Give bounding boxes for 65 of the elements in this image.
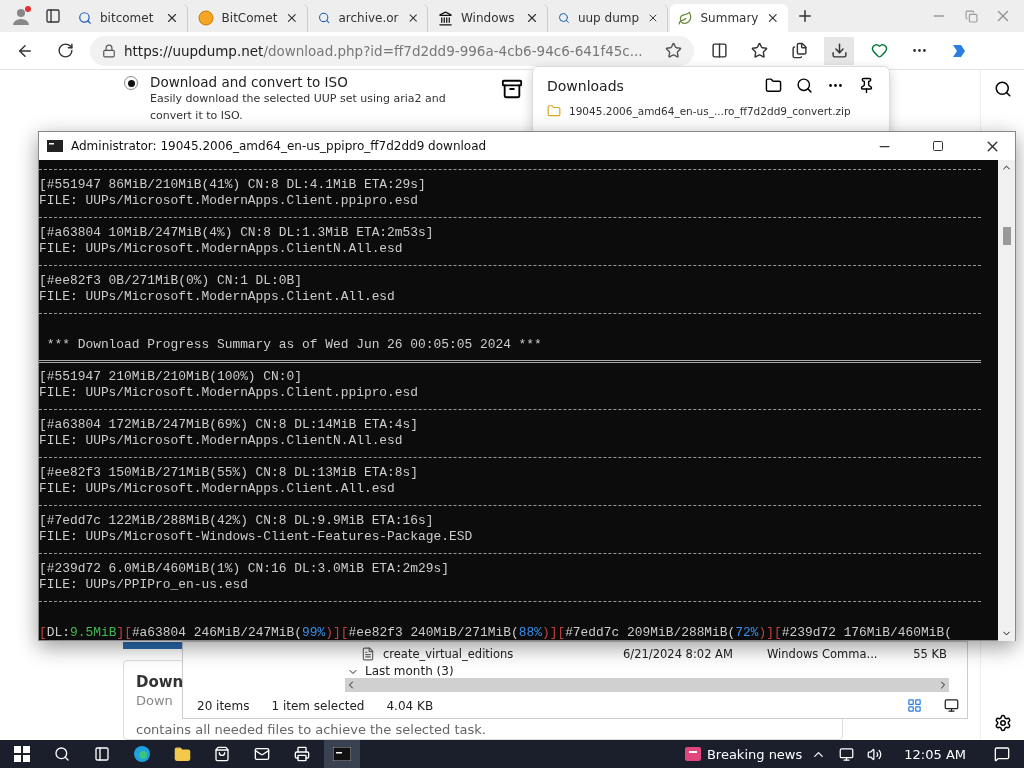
file-size: 55 KB [912, 647, 947, 661]
console-line: [#551947 210MiB/210MiB(100%) CN:0] [39, 369, 303, 385]
console-line: FILE: UUPs/Microsoft-Windows-Client-Features-Package.ESD [39, 529, 474, 545]
search-icon [78, 11, 92, 25]
status-text: 4.04 KB [386, 698, 434, 713]
console-line: FILE: UUPs/Microsoft.ModernApps.ClientN.All.esd [39, 241, 404, 257]
building-icon [438, 10, 453, 26]
console-line: FILE: UUPs/PPIPro_en-us.esd [39, 577, 249, 593]
file-name: create_virtual_editions [383, 647, 515, 661]
console-line: [#a63804 172MiB/247MiB(69%) CN:8 DL:14MiB ETA:4s] [39, 417, 420, 433]
search-icon[interactable] [993, 80, 1012, 98]
news-icon[interactable] [682, 745, 703, 763]
terminal-icon [47, 140, 63, 152]
close-icon[interactable] [165, 11, 179, 25]
console-line: [#ee82f3 0B/271MiB(0%) CN:1 DL:0B] [39, 273, 303, 289]
news-text[interactable]: Breaking news [706, 746, 803, 762]
download-item[interactable]: 19045.2006_amd64_en-us_...ro_ff7d2dd9_convert.zip [569, 105, 851, 117]
close-icon[interactable] [285, 11, 299, 25]
settings-icon[interactable] [993, 714, 1012, 732]
card-title: Down [136, 673, 184, 691]
close-icon[interactable] [525, 11, 539, 25]
favorite-icon[interactable] [665, 42, 682, 59]
file-type: Windows Comma... [767, 647, 879, 661]
console-line: FILE: UUPs/Microsoft.ModernApps.Client.All.esd [39, 289, 396, 305]
search-icon[interactable] [796, 77, 813, 94]
option-label: Download and convert to ISO [150, 74, 349, 90]
folder-icon[interactable] [765, 77, 782, 94]
console-line: [#ee82f3 150MiB/271MiB(55%) CN:8 DL:13MiB ETA:8s] [39, 465, 420, 481]
downloads-title: Downloads [547, 77, 625, 94]
download-icon[interactable] [824, 36, 854, 65]
card-text: contains all needed files to achieve the selected task. [136, 722, 486, 737]
close-icon[interactable] [766, 11, 780, 25]
group-header[interactable]: Last month (3) [365, 666, 454, 678]
url-text: https://uupdump.net/download.php?id=ff7d2dd9-996a-4cb6-94c6-641f45c... [124, 42, 643, 59]
status-line: [DL:9.5MiB][#a63804 246MiB/247MiB(99%)][#ee82f3 240MiB/271MiB(88%)][#7edd7c 209MiB/288MiB(72%)][#239d72 176MiB/460MiB( [39, 625, 953, 641]
file-icon [361, 647, 375, 661]
pin-icon[interactable] [858, 77, 875, 94]
archive-icon [501, 78, 523, 100]
clock-text[interactable]: 12:05 AM [904, 746, 966, 762]
orb-icon [198, 10, 214, 26]
console-line: FILE: UUPs/Microsoft.ModernApps.Client.All.esd [39, 481, 396, 497]
tiles-view-icon[interactable] [944, 698, 959, 713]
search-icon [318, 11, 331, 25]
console-line: [#239d72 6.0MiB/460MiB(1%) CN:16 DL:3.0MiB ETA:2m29s] [39, 561, 450, 577]
console-line: [#551947 86MiB/210MiB(41%) CN:8 DL:4.1MiB ETA:29s] [39, 177, 427, 193]
leaf-icon [678, 10, 693, 26]
file-date: 6/21/2024 8:02 AM [623, 647, 734, 661]
search-icon [558, 11, 570, 25]
details-view-icon[interactable] [907, 698, 922, 713]
console-line: [#7edd7c 122MiB/288MiB(42%) CN:8 DL:9.9MiB ETA:16s] [39, 513, 435, 529]
card-subtitle: Down [136, 693, 173, 708]
address-field[interactable]: https://uupdump.net/download.php?id=ff7d2dd9-996a-4cb6-94c6-641f45c... [90, 35, 694, 66]
console-line: *** Download Progress Summary as of Wed Jun 26 00:05:05 2024 *** [45, 337, 543, 353]
zip-folder-icon [547, 104, 561, 118]
console-line: [#a63804 10MiB/247MiB(4%) CN:8 DL:1.3MiB ETA:2m53s] [39, 225, 435, 241]
scroll-thumb[interactable] [1002, 226, 1011, 245]
console-line: FILE: UUPs/Microsoft.ModernApps.Client.ppipro.esd [39, 385, 420, 401]
status-text: 1 item selected [271, 698, 365, 713]
browser-tab[interactable]: Summary [670, 4, 788, 32]
option-description: Easily download the selected UUP set using aria2 and convert it to ISO. [150, 91, 447, 124]
lock-icon [102, 43, 116, 58]
console-line: FILE: UUPs/Microsoft.ModernApps.Client.ppipro.esd [39, 193, 420, 209]
console-line: FILE: UUPs/Microsoft.ModernApps.ClientN.All.esd [39, 433, 404, 449]
window-title: Administrator: 19045.2006_amd64_en-us_ppipro_ff7d2dd9 download [71, 139, 488, 153]
status-text: 20 items [197, 698, 250, 713]
